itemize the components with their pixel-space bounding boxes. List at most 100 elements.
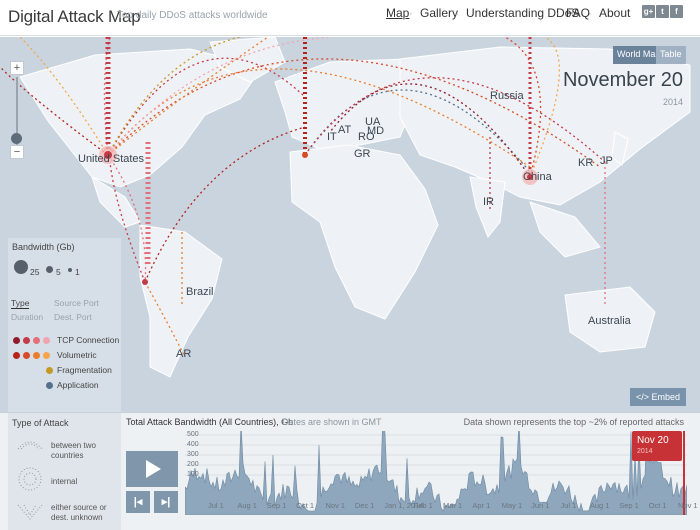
timeline-x-tick: Aug 1: [237, 501, 257, 510]
legend-type-dot: [43, 337, 50, 344]
timeline-x-tick: Feb 1: [413, 501, 433, 510]
label-gr: GR: [354, 148, 371, 160]
timeline-x-tick: Nov 1: [678, 501, 698, 510]
nav-separator: ·: [556, 6, 560, 20]
bandwidth-timeline-chart[interactable]: [184, 410, 688, 516]
timeline-x-tick: Dec 1: [354, 501, 375, 510]
timeline-x-tick: Oct 1: [296, 501, 315, 510]
table-view-button[interactable]: Table: [656, 46, 686, 64]
timeline-x-tick: May 1: [501, 501, 523, 510]
play-button[interactable]: [126, 451, 178, 487]
label-kr: KR: [578, 157, 594, 169]
twitter-icon[interactable]: t: [656, 5, 669, 18]
legend-type-label: Volumetric: [57, 350, 97, 360]
label-ir: IR: [483, 196, 494, 208]
nav-map[interactable]: Map: [386, 6, 409, 20]
bandwidth-1-label: 1: [75, 267, 80, 277]
timeline-x-tick: Oct 1: [648, 501, 667, 510]
nav-separator: ·: [409, 6, 413, 20]
bandwidth-25-dot: [14, 260, 28, 274]
attack-type-unknown: either source or dest. unknown: [51, 503, 107, 522]
legend-bandwidth-title: Bandwidth (Gb): [12, 242, 75, 252]
legend-type-dot: [46, 367, 53, 374]
nav-separator: ·: [455, 6, 459, 20]
timeline-svg: [184, 410, 688, 516]
legend-panel: Bandwidth (Gb) 25 5 1 Type Source Port D…: [8, 238, 121, 412]
attack-type-internal: internal: [51, 477, 78, 486]
between-countries-icon: [17, 441, 43, 450]
timeline-x-tick: Jul 1: [208, 501, 224, 510]
timeline-x-tick: Mar 1: [443, 501, 463, 510]
legend-tab-type[interactable]: Type: [11, 298, 30, 309]
label-jp: JP: [600, 155, 613, 167]
unknown-endpoint-icon: [17, 504, 43, 520]
timeline-x-tick: Sep 1: [266, 501, 287, 510]
step-forward-button[interactable]: ▸|: [154, 491, 178, 513]
zoom-out-button[interactable]: −: [10, 145, 24, 159]
legend-tab-duration[interactable]: Duration: [11, 312, 43, 322]
zoom-slider-handle[interactable]: [11, 133, 22, 144]
type-of-attack-title: Type of Attack: [12, 418, 69, 428]
world-map[interactable]: United States Russia Brazil AR Australia…: [0, 37, 700, 412]
label-brazil: Brazil: [186, 286, 214, 298]
type-of-attack-icons: [17, 441, 43, 520]
bandwidth-25-label: 25: [30, 267, 40, 277]
nav-about[interactable]: About: [599, 6, 630, 20]
current-date: November 20: [562, 69, 683, 91]
timeline-x-tick: Apr 1: [472, 501, 491, 510]
timeline-x-tick: Nov 1: [325, 501, 346, 510]
timeline-data-note: Data shown represents the top ~2% of rep…: [463, 417, 684, 427]
timeline-x-tick: Jul 1: [560, 501, 577, 510]
google-plus-icon[interactable]: g+: [642, 5, 655, 18]
timeline-x-tick: Jun 1: [531, 501, 550, 510]
step-back-button[interactable]: |◂: [126, 491, 150, 513]
marker-date: Nov 20: [637, 435, 669, 446]
timeline-x-tick: Aug 1: [589, 501, 610, 510]
southeast-asia-shape: [529, 201, 601, 258]
timeline-y-tick: 300: [187, 451, 199, 458]
label-ar: AR: [176, 348, 192, 360]
label-ua: UA: [365, 116, 381, 128]
nav-understanding-ddos[interactable]: Understanding DDoS: [466, 6, 579, 20]
nav-gallery[interactable]: Gallery: [420, 6, 458, 20]
zoom-in-button[interactable]: +: [10, 61, 24, 75]
legend-type-dot: [13, 337, 20, 344]
africa-shape: [289, 144, 439, 320]
timeline-y-tick: 200: [187, 461, 199, 468]
legend-type-label: Application: [57, 380, 99, 390]
legend-type-dot: [33, 337, 40, 344]
bandwidth-5-dot: [46, 266, 53, 273]
legend-type-dot: [13, 352, 20, 359]
nav-separator: ·: [588, 6, 592, 20]
current-year: 2014: [662, 97, 683, 107]
internal-icon: [18, 467, 42, 491]
timeline-y-tick: 500: [187, 431, 199, 438]
label-russia: Russia: [490, 90, 524, 102]
legend-type-dot: [33, 352, 40, 359]
legend-type-dot: [43, 352, 50, 359]
label-united-states: United States: [78, 153, 145, 165]
timeline-panel: Type of Attack between two countries int…: [0, 410, 700, 530]
timeline-title: Total Attack Bandwidth (All Countries), …: [126, 417, 294, 427]
timeline-gmt-note: Dates are shown in GMT: [282, 417, 382, 427]
timeline-y-tick: 100: [187, 471, 199, 478]
timeline-date-marker[interactable]: Nov 20 2014: [632, 431, 682, 461]
legend-type-label: Fragmentation: [57, 365, 112, 375]
bandwidth-area: [184, 410, 688, 516]
embed-button[interactable]: </> Embed: [629, 388, 686, 406]
bandwidth-1-dot: [68, 268, 72, 272]
bandwidth-5-label: 5: [56, 267, 61, 277]
legend-tab-source-port[interactable]: Source Port: [54, 298, 99, 308]
legend-type-dot: [23, 337, 30, 344]
nav-faq[interactable]: FAQ: [566, 6, 590, 20]
legend-type-dot: [23, 352, 30, 359]
header-bar: Digital Attack Map Top daily DDoS attack…: [0, 0, 700, 36]
type-of-attack-panel: Type of Attack between two countries int…: [8, 413, 121, 530]
legend-type-dot: [46, 382, 53, 389]
label-china: China: [523, 171, 552, 183]
site-tagline: Top daily DDoS attacks worldwide: [117, 10, 268, 21]
legend-tab-dest-port[interactable]: Dest. Port: [54, 312, 92, 322]
marker-year: 2014: [637, 448, 653, 455]
facebook-icon[interactable]: f: [670, 5, 683, 18]
label-it: IT: [327, 131, 337, 143]
